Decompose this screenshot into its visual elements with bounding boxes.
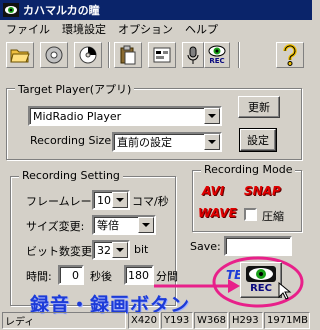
menu-help[interactable]: ヘルプ — [179, 21, 224, 37]
delay-unit: 秒後 — [90, 270, 112, 283]
window-title: カハマルカの瞳 — [23, 4, 100, 17]
menu-bar: ファイル 環境設定 オプション ヘルプ — [0, 20, 312, 38]
bitdepth-unit: bit — [134, 243, 149, 256]
menu-options[interactable]: オプション — [112, 21, 179, 37]
audio-icon — [187, 46, 199, 64]
clipboard-icon — [120, 45, 136, 65]
size-change-select[interactable]: 等倍 — [92, 215, 156, 235]
menu-file[interactable]: ファイル — [0, 21, 56, 37]
chevron-down-icon[interactable] — [112, 192, 128, 208]
size-change-value: 等倍 — [97, 219, 119, 232]
rec-toolbar-button[interactable]: REC — [204, 42, 230, 68]
chevron-down-icon[interactable] — [112, 242, 128, 258]
framerate-select[interactable]: 10 — [92, 190, 130, 210]
size-change-label: サイズ変更: — [26, 220, 85, 233]
delay-input[interactable]: 0 — [58, 265, 84, 285]
status-memory: 1971MB — [264, 312, 310, 329]
rec-toolbar-label: REC — [209, 57, 225, 65]
mouse-cursor-icon — [278, 282, 292, 300]
update-button[interactable]: 更新 — [238, 96, 280, 118]
snap-mode-button[interactable]: SNAP — [244, 184, 281, 198]
chevron-down-icon[interactable] — [204, 108, 220, 124]
recording-size-label: Recording Size: — [30, 134, 115, 147]
status-bar: レディ X420 Y193 W368 H293 1971MB — [0, 310, 312, 330]
save-label: Save: — [190, 240, 221, 253]
blank-disc-button[interactable] — [74, 42, 102, 68]
player-select[interactable]: MidRadio Player — [28, 106, 222, 126]
framerate-unit: コマ/秒 — [132, 195, 169, 208]
duration-value: 180 — [128, 268, 149, 282]
settings-dialog-button[interactable]: 設定 — [239, 128, 277, 152]
chevron-down-icon[interactable] — [204, 134, 220, 150]
help-button[interactable] — [276, 42, 304, 68]
bitdepth-select[interactable]: 32 — [92, 240, 130, 260]
blank-disc-icon — [79, 46, 97, 64]
open-button[interactable] — [6, 42, 34, 68]
chevron-down-icon[interactable] — [138, 217, 154, 233]
status-h: H293 — [229, 312, 263, 329]
toolbar: REC — [0, 38, 312, 74]
compress-checkbox[interactable] — [244, 208, 257, 221]
disc-icon — [45, 46, 63, 64]
open-folder-icon — [10, 49, 30, 63]
recording-setting-legend: Recording Setting — [19, 169, 123, 182]
title-bar[interactable]: カハマルカの瞳 — [0, 0, 312, 20]
recording-mode-group: Recording Mode — [192, 163, 302, 232]
player-select-value: MidRadio Player — [33, 109, 122, 123]
compress-label: 圧縮 — [262, 210, 284, 223]
rec-button[interactable]: REC — [240, 262, 282, 298]
avi-mode-button[interactable]: AVI — [202, 184, 224, 198]
help-icon — [283, 44, 297, 66]
disc-button[interactable] — [40, 42, 68, 68]
framerate-value: 10 — [97, 193, 111, 207]
settings-button[interactable] — [148, 42, 176, 68]
time-label: 時間: — [26, 270, 52, 283]
clipboard-button[interactable] — [114, 42, 142, 68]
rec-eye-icon — [208, 45, 226, 57]
status-x: X420 — [128, 312, 160, 329]
menu-preferences[interactable]: 環境設定 — [56, 21, 112, 37]
status-w: W368 — [194, 312, 228, 329]
toolbar-separator — [108, 42, 110, 68]
save-input[interactable] — [224, 236, 292, 256]
status-state: レディ — [2, 312, 126, 329]
rec-button-label: REC — [250, 283, 272, 294]
recording-size-select[interactable]: 直前の設定 — [112, 132, 222, 152]
bitdepth-value: 32 — [97, 243, 111, 257]
target-player-legend: Target Player(アプリ) — [15, 81, 135, 97]
recording-mode-legend: Recording Mode — [201, 163, 296, 176]
rec-eye-icon — [246, 266, 276, 282]
settings-icon — [153, 47, 171, 63]
toolbar-separator — [238, 42, 240, 68]
status-y: Y193 — [161, 312, 193, 329]
recording-size-value: 直前の設定 — [117, 136, 172, 149]
app-eye-icon — [3, 2, 19, 18]
wave-mode-button[interactable]: WAVE — [198, 206, 237, 220]
bitdepth-label: ビット数変更: — [26, 245, 96, 258]
audio-button[interactable] — [182, 42, 204, 68]
delay-value: 0 — [72, 268, 79, 282]
